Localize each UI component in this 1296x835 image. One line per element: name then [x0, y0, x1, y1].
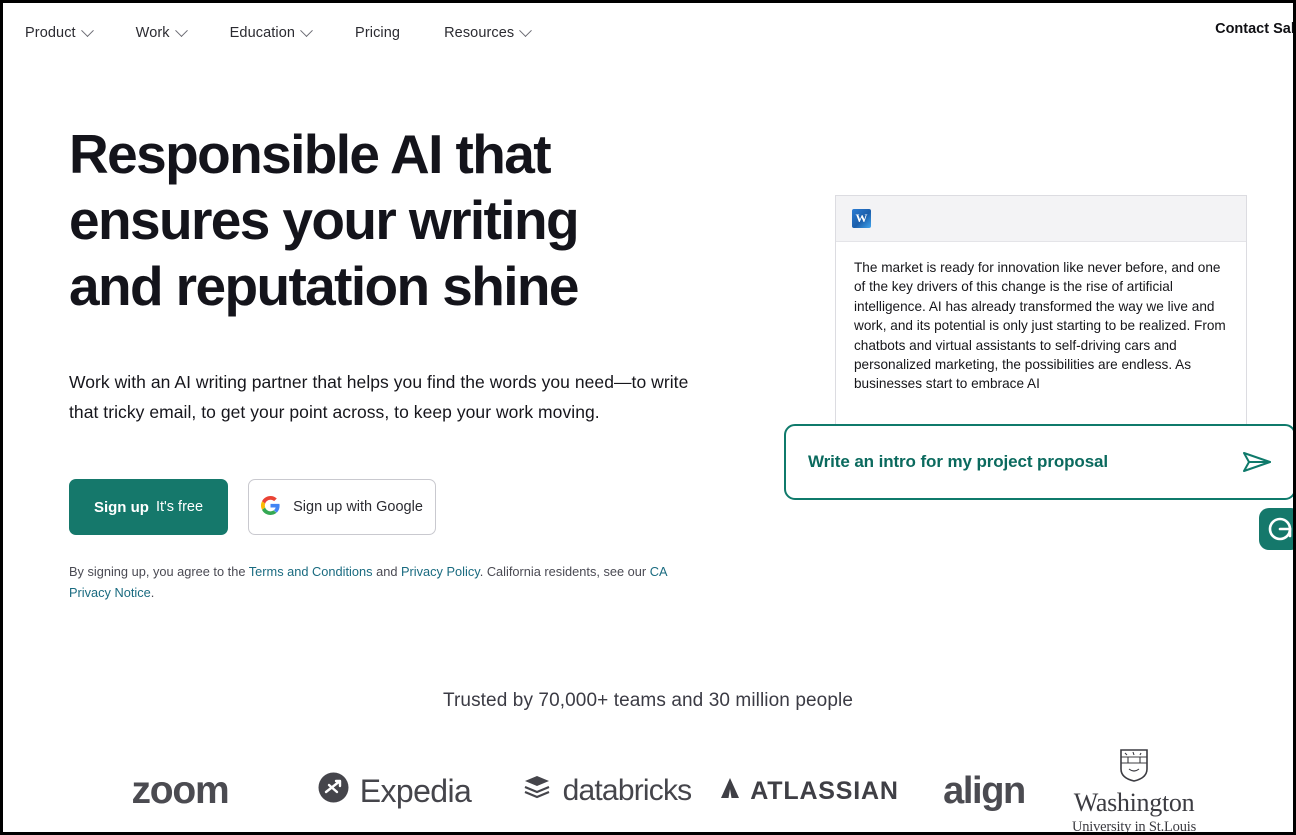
nav-label-pricing: Pricing: [355, 25, 401, 41]
microsoft-word-icon: W: [852, 209, 871, 228]
privacy-policy-link[interactable]: Privacy Policy: [401, 564, 480, 579]
washu-wordmark-line2: University in St.Louis: [1071, 818, 1197, 835]
hero-left-column: Responsible AI that ensures your writing…: [69, 121, 719, 603]
logo-zoom: zoom: [131, 769, 229, 812]
databricks-wordmark: databricks: [562, 774, 693, 807]
hero-subtitle: Work with an AI writing partner that hel…: [69, 372, 689, 422]
washu-wordmark-line1: Washington: [1073, 787, 1195, 817]
legal-text-4: .: [150, 585, 155, 600]
legal-disclaimer: By signing up, you agree to the Terms an…: [69, 561, 679, 603]
send-paper-plane-icon[interactable]: [1242, 450, 1272, 474]
nav-right-group: Contact Sales: [1215, 21, 1293, 37]
legal-text-2: and: [372, 564, 401, 579]
nav-label-resources: Resources: [444, 25, 515, 41]
databricks-mark-icon: [522, 772, 552, 810]
logo-align: align: [943, 769, 1026, 812]
nav-label-work: Work: [135, 25, 170, 41]
chevron-down-icon: [300, 23, 313, 37]
chevron-down-icon: [174, 23, 188, 37]
ai-prompt-text: Write an intro for my project proposal: [808, 452, 1109, 471]
grammarly-g-icon[interactable]: [1259, 508, 1293, 550]
chevron-down-icon: [80, 23, 94, 37]
expedia-wordmark: Expedia: [359, 772, 472, 809]
signup-button-label: Sign up: [93, 498, 149, 516]
atlassian-mark-icon: [719, 776, 741, 807]
document-body-text: The market is ready for innovation like …: [854, 260, 1226, 392]
signup-button[interactable]: Sign up It's free: [69, 479, 228, 535]
chevron-down-icon: [519, 23, 533, 37]
document-preview-panel: W The market is ready for innovation lik…: [835, 195, 1247, 443]
contact-sales-link[interactable]: Contact Sales: [1215, 21, 1293, 37]
ai-prompt-input[interactable]: Write an intro for my project proposal: [784, 424, 1293, 500]
washu-crest-icon: [1117, 747, 1151, 788]
nav-item-resources[interactable]: Resources: [444, 23, 533, 41]
terms-and-conditions-link[interactable]: Terms and Conditions: [249, 564, 373, 579]
google-button-label: Sign up with Google: [293, 499, 423, 515]
nav-item-pricing[interactable]: Pricing: [355, 25, 400, 41]
nav-label-education: Education: [229, 25, 296, 41]
nav-item-work[interactable]: Work: [135, 23, 188, 41]
nav-item-education[interactable]: Education: [229, 23, 313, 41]
signup-button-sublabel: It's free: [155, 499, 204, 515]
signup-with-google-button[interactable]: Sign up with Google: [248, 479, 436, 535]
logo-atlassian: ATLASSIAN: [714, 776, 904, 807]
expedia-mark-icon: [317, 771, 350, 812]
google-g-icon: [261, 496, 280, 518]
customer-logo-row: zoom Expedia databricks ATLASSIAN align …: [3, 747, 1293, 835]
logo-washington-university: Washington University in St.Louis: [1064, 747, 1204, 835]
nav-item-product[interactable]: Product: [25, 23, 94, 41]
nav-label-product: Product: [25, 25, 76, 41]
trusted-by-text: Trusted by 70,000+ teams and 30 million …: [442, 690, 853, 711]
atlassian-wordmark: ATLASSIAN: [750, 776, 899, 805]
document-panel-header: W: [836, 196, 1246, 242]
logo-expedia: Expedia: [289, 771, 499, 812]
cta-button-row: Sign up It's free Sign up with Google: [69, 479, 719, 535]
page-root: Product Work Education Pricing Resources…: [0, 0, 1296, 835]
main-navigation: Product Work Education Pricing Resources…: [3, 3, 1293, 63]
logo-databricks: databricks: [499, 772, 714, 810]
page-title: Responsible AI that ensures your writing…: [69, 123, 580, 317]
legal-text-1: By signing up, you agree to the: [69, 564, 249, 579]
legal-text-3: . California residents, see our: [479, 564, 650, 579]
